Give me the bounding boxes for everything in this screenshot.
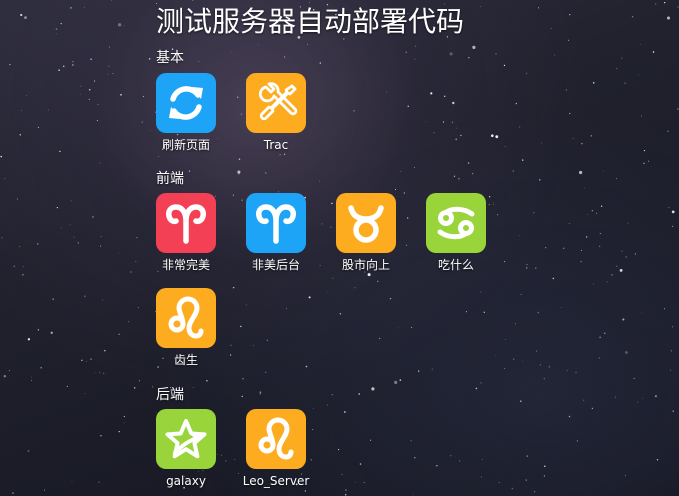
tools-icon [246, 73, 306, 133]
app-label: 非常完美 [161, 258, 210, 272]
app-chi-shenme[interactable]: 吃什么 [414, 193, 498, 283]
taurus-icon [336, 193, 396, 253]
app-label: 吃什么 [437, 258, 474, 272]
aries-icon [156, 193, 216, 253]
app-feichang-wanmei[interactable]: 非常完美 [144, 193, 228, 283]
cancer-icon [426, 193, 486, 253]
leo-icon [156, 288, 216, 348]
refresh-icon [156, 73, 216, 133]
app-trac[interactable]: Trac [234, 73, 318, 163]
app-galaxy[interactable]: galaxy [144, 409, 228, 496]
app-label: 刷新页面 [161, 138, 210, 152]
section-label-basic: 基本 [156, 50, 184, 66]
page-title: 测试服务器自动部署代码 [156, 5, 465, 38]
app-label: Trac [263, 138, 289, 152]
app-feimei-houtai[interactable]: 非美后台 [234, 193, 318, 283]
section-label-backend: 后端 [156, 387, 184, 403]
app-label: galaxy [166, 474, 206, 488]
app-label: 股市向上 [341, 258, 390, 272]
app-refresh-page[interactable]: 刷新页面 [144, 73, 228, 163]
app-leo-server[interactable]: Leo_Server [234, 409, 318, 496]
app-label: Leo_Server [242, 474, 310, 488]
app-label: 齿生 [173, 353, 198, 367]
aries-icon [246, 193, 306, 253]
app-gushi-xiangshang[interactable]: 股市向上 [324, 193, 408, 283]
star-icon [156, 409, 216, 469]
section-label-frontend: 前端 [156, 171, 184, 187]
app-label: 非美后台 [251, 258, 300, 272]
leo-icon [246, 409, 306, 469]
app-chisheng[interactable]: 齿生 [144, 288, 228, 378]
